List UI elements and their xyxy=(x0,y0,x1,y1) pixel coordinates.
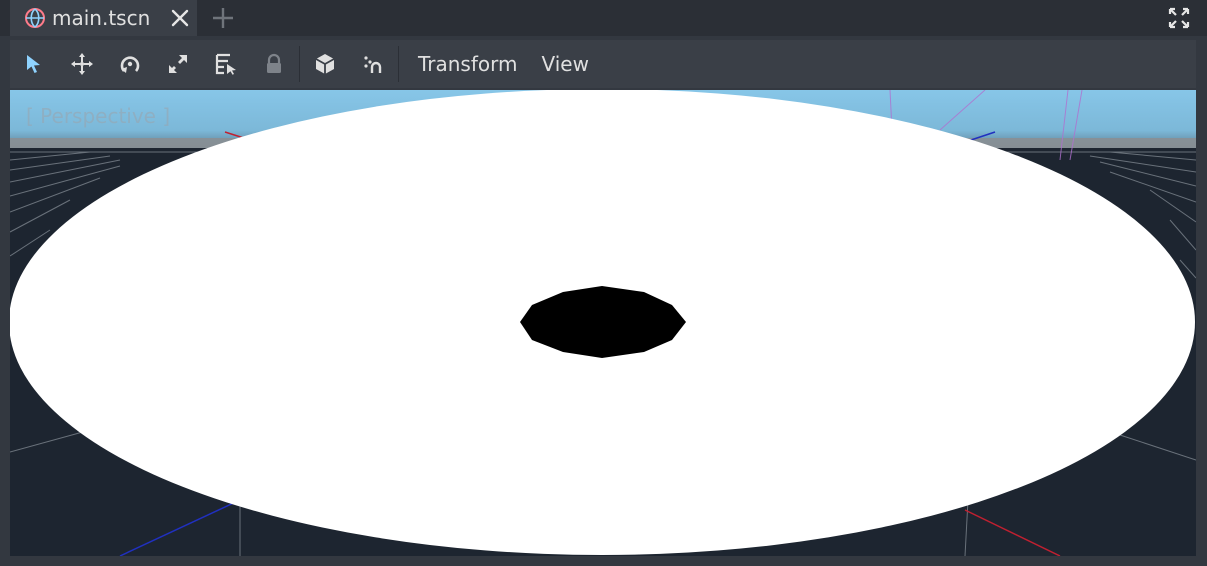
perspective-label[interactable]: [ Perspective ] xyxy=(26,104,170,128)
rotate-icon xyxy=(120,56,140,73)
3d-viewport[interactable]: [ Perspective ] xyxy=(10,90,1196,556)
list-select-icon xyxy=(215,53,236,75)
scale-tool-button[interactable] xyxy=(154,40,202,88)
scene-tab-label: main.tscn xyxy=(52,6,151,30)
lock-icon xyxy=(267,53,281,73)
lock-tool-button[interactable] xyxy=(250,40,298,88)
scene-globe-icon xyxy=(24,7,46,29)
move-arrows-icon xyxy=(71,53,93,75)
select-tool-button[interactable] xyxy=(10,40,58,88)
distraction-free-toggle-icon[interactable] xyxy=(1167,6,1191,30)
toolbar-separator xyxy=(398,46,399,82)
close-tab-icon[interactable] xyxy=(169,7,191,29)
add-tab-icon[interactable] xyxy=(211,6,235,30)
magnet-snap-icon xyxy=(364,56,382,73)
viewport-scene xyxy=(10,90,1196,556)
list-select-tool-button[interactable] xyxy=(202,40,250,88)
transform-menu[interactable]: Transform xyxy=(406,40,529,88)
view-menu[interactable]: View xyxy=(529,40,600,88)
toolbar-separator xyxy=(299,46,300,82)
scene-tab-bar: main.tscn xyxy=(0,0,1207,36)
scene-tab-main[interactable]: main.tscn xyxy=(10,0,197,36)
viewport-toolbar: Transform View xyxy=(10,40,1196,88)
snap-tool-button[interactable] xyxy=(349,40,397,88)
scale-icon xyxy=(169,55,187,73)
cube-icon xyxy=(315,54,335,74)
arrow-pointer-icon xyxy=(27,55,40,73)
rotate-tool-button[interactable] xyxy=(106,40,154,88)
local-space-tool-button[interactable] xyxy=(301,40,349,88)
move-tool-button[interactable] xyxy=(58,40,106,88)
